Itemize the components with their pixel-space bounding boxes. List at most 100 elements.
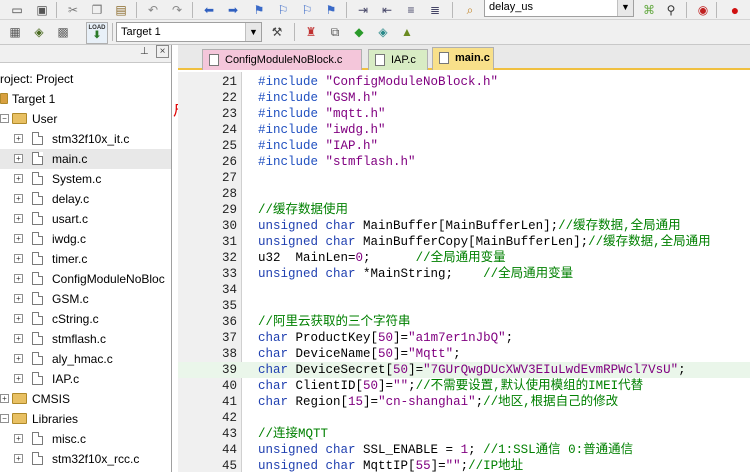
code-line[interactable]: 29 //缓存数据使用 bbox=[178, 202, 750, 218]
code-line[interactable]: 41 char Region[15]="cn-shanghai";//地区,根据自… bbox=[178, 394, 750, 410]
file-expander-icon[interactable]: + bbox=[14, 154, 23, 163]
tree-file[interactable]: + ConfigModuleNoBloc bbox=[0, 269, 171, 289]
tree-target[interactable]: ▸Target 1 bbox=[0, 89, 171, 109]
code-line[interactable]: 27 bbox=[178, 170, 750, 186]
tree-file[interactable]: + delay.c bbox=[0, 189, 171, 209]
tree-file[interactable]: + System.c bbox=[0, 169, 171, 189]
save-icon[interactable]: ▣ bbox=[33, 1, 51, 19]
code-line[interactable]: 31 unsigned char MainBufferCopy[MainBuffe… bbox=[178, 234, 750, 250]
code-line[interactable]: 23 #include "mqtt.h" bbox=[178, 106, 750, 122]
file-expander-icon[interactable]: + bbox=[14, 454, 23, 463]
tree-group-user[interactable]: − User bbox=[0, 109, 171, 129]
tab-configmodulenoblock-c[interactable]: ConfigModuleNoBlock.c bbox=[202, 49, 362, 70]
file-expander-icon[interactable]: + bbox=[14, 354, 23, 363]
code-line[interactable]: 30 unsigned char MainBuffer[MainBufferLen… bbox=[178, 218, 750, 234]
bookmark-icon[interactable]: ⚑ bbox=[250, 1, 268, 19]
code-line[interactable]: 28 bbox=[178, 186, 750, 202]
find-icon[interactable]: ⚲ bbox=[662, 1, 680, 19]
tab-main-c[interactable]: main.c bbox=[432, 47, 494, 70]
tree-project-root[interactable]: roject: Project bbox=[0, 69, 171, 89]
rebuild-icon[interactable]: ▩ bbox=[54, 23, 72, 41]
code-line[interactable]: 36 //阿里云获取的三个字符串 bbox=[178, 314, 750, 330]
target-dropdown[interactable]: Target 1 ▼ bbox=[116, 22, 262, 42]
tree-file[interactable]: + stmflash.c bbox=[0, 329, 171, 349]
code-line[interactable]: 44 unsigned char SSL_ENABLE = 1; //1:SSL通… bbox=[178, 442, 750, 458]
file-expander-icon[interactable]: + bbox=[14, 134, 23, 143]
file-expander-icon[interactable]: + bbox=[14, 294, 23, 303]
code-line[interactable]: 25 #include "IAP.h" bbox=[178, 138, 750, 154]
pin-icon[interactable]: ⊥ bbox=[140, 46, 149, 57]
code-editor[interactable]: 21 #include "ConfigModuleNoBlock.h" 22 #inc… bbox=[178, 72, 750, 472]
tree-group-cmsis[interactable]: + CMSIS bbox=[0, 389, 171, 409]
code-line[interactable]: 37 char ProductKey[50]="a1m7er1nJbQ"; bbox=[178, 330, 750, 346]
uncomment-icon[interactable]: ≣ bbox=[426, 1, 444, 19]
pack-installer-icon[interactable]: ◈ bbox=[374, 23, 392, 41]
file-expander-icon[interactable]: + bbox=[14, 314, 23, 323]
tree-file[interactable]: + cString.c bbox=[0, 309, 171, 329]
group-expander-icon[interactable]: + bbox=[0, 394, 9, 403]
run-time-environment-icon[interactable]: ▲ bbox=[398, 23, 416, 41]
file-expander-icon[interactable]: + bbox=[14, 194, 23, 203]
code-line[interactable]: 26 #include "stmflash.h" bbox=[178, 154, 750, 170]
undo-icon[interactable]: ↶ bbox=[144, 1, 162, 19]
copy-icon[interactable]: ❐ bbox=[88, 1, 106, 19]
code-line[interactable]: 21 #include "ConfigModuleNoBlock.h" bbox=[178, 74, 750, 90]
file-expander-icon[interactable]: + bbox=[14, 254, 23, 263]
navigate-back-icon[interactable]: ⬅ bbox=[200, 1, 218, 19]
code-line[interactable]: 40 char ClientID[50]="";//不需要设置,默认使用模组的IM… bbox=[178, 378, 750, 394]
tree-file[interactable]: + main.c bbox=[0, 149, 171, 169]
code-line[interactable]: 32 u32 MainLen=0; //全局通用变量 bbox=[178, 250, 750, 266]
next-bookmark-icon[interactable]: ⚐ bbox=[298, 1, 316, 19]
tree-file[interactable]: + GSM.c bbox=[0, 289, 171, 309]
tab-iap-c[interactable]: IAP.c bbox=[368, 49, 428, 70]
translate-icon[interactable]: ▦ bbox=[6, 23, 24, 41]
load-download-button[interactable]: LOAD ⬇ bbox=[86, 22, 108, 44]
debug-icon[interactable]: ◉ bbox=[694, 1, 712, 19]
build-icon[interactable]: ◈ bbox=[30, 23, 48, 41]
find-dropdown[interactable]: delay_us ▼ bbox=[484, 0, 634, 17]
clear-bookmarks-icon[interactable]: ⚑ bbox=[322, 1, 340, 19]
unindent-icon[interactable]: ⇤ bbox=[378, 1, 396, 19]
prev-bookmark-icon[interactable]: ⚐ bbox=[274, 1, 292, 19]
file-extensions-icon[interactable]: ♜ bbox=[302, 23, 320, 41]
file-expander-icon[interactable]: + bbox=[14, 214, 23, 223]
tree-file[interactable]: + aly_hmac.c bbox=[0, 349, 171, 369]
code-line[interactable]: 38 char DeviceName[50]="Mqtt"; bbox=[178, 346, 750, 362]
file-expander-icon[interactable]: + bbox=[14, 374, 23, 383]
paste-icon[interactable]: ▤ bbox=[112, 1, 130, 19]
code-line[interactable]: 34 bbox=[178, 282, 750, 298]
close-icon[interactable]: × bbox=[156, 45, 169, 58]
tree-file[interactable]: + iwdg.c bbox=[0, 229, 171, 249]
code-line[interactable]: 45 unsigned char MqttIP[55]="";//IP地址 bbox=[178, 458, 750, 472]
comment-icon[interactable]: ≡ bbox=[402, 1, 420, 19]
cut-icon[interactable]: ✂ bbox=[64, 1, 82, 19]
tree-file[interactable]: + usart.c bbox=[0, 209, 171, 229]
file-expander-icon[interactable]: + bbox=[14, 434, 23, 443]
tree-group-libraries[interactable]: − Libraries bbox=[0, 409, 171, 429]
chevron-down-icon[interactable]: ▼ bbox=[245, 23, 261, 41]
breakpoint-icon[interactable]: ● bbox=[726, 1, 744, 19]
target-options-icon[interactable]: ⚒ bbox=[268, 23, 286, 41]
redo-icon[interactable]: ↷ bbox=[168, 1, 186, 19]
find-in-files-icon[interactable]: ⌕ bbox=[461, 1, 479, 19]
tree-file[interactable]: + misc.c bbox=[0, 429, 171, 449]
tree-file[interactable]: + stm32f10x_rcc.c bbox=[0, 449, 171, 469]
file-expander-icon[interactable]: + bbox=[14, 334, 23, 343]
code-line[interactable]: 33 unsigned char *MainString; //全局通用变量 bbox=[178, 266, 750, 282]
code-line[interactable]: 42 bbox=[178, 410, 750, 426]
file-expander-icon[interactable]: + bbox=[14, 274, 23, 283]
manage-components-icon[interactable]: ⧉ bbox=[326, 23, 344, 41]
navigate-forward-icon[interactable]: ➡ bbox=[224, 1, 242, 19]
code-line[interactable]: 22 #include "GSM.h" bbox=[178, 90, 750, 106]
tree-file[interactable]: + stm32f10x_it.c bbox=[0, 129, 171, 149]
code-line[interactable]: 43 //连接MQTT bbox=[178, 426, 750, 442]
tree-file[interactable]: + timer.c bbox=[0, 249, 171, 269]
select-packs-icon[interactable]: ◆ bbox=[350, 23, 368, 41]
indent-icon[interactable]: ⇥ bbox=[354, 1, 372, 19]
incremental-find-icon[interactable]: ⌘ bbox=[640, 1, 658, 19]
file-expander-icon[interactable]: + bbox=[14, 174, 23, 183]
code-line[interactable]: 35 bbox=[178, 298, 750, 314]
code-line[interactable]: 24 #include "iwdg.h" bbox=[178, 122, 750, 138]
new-file-icon[interactable]: ▭ bbox=[8, 1, 26, 19]
tree-file[interactable]: + IAP.c bbox=[0, 369, 171, 389]
